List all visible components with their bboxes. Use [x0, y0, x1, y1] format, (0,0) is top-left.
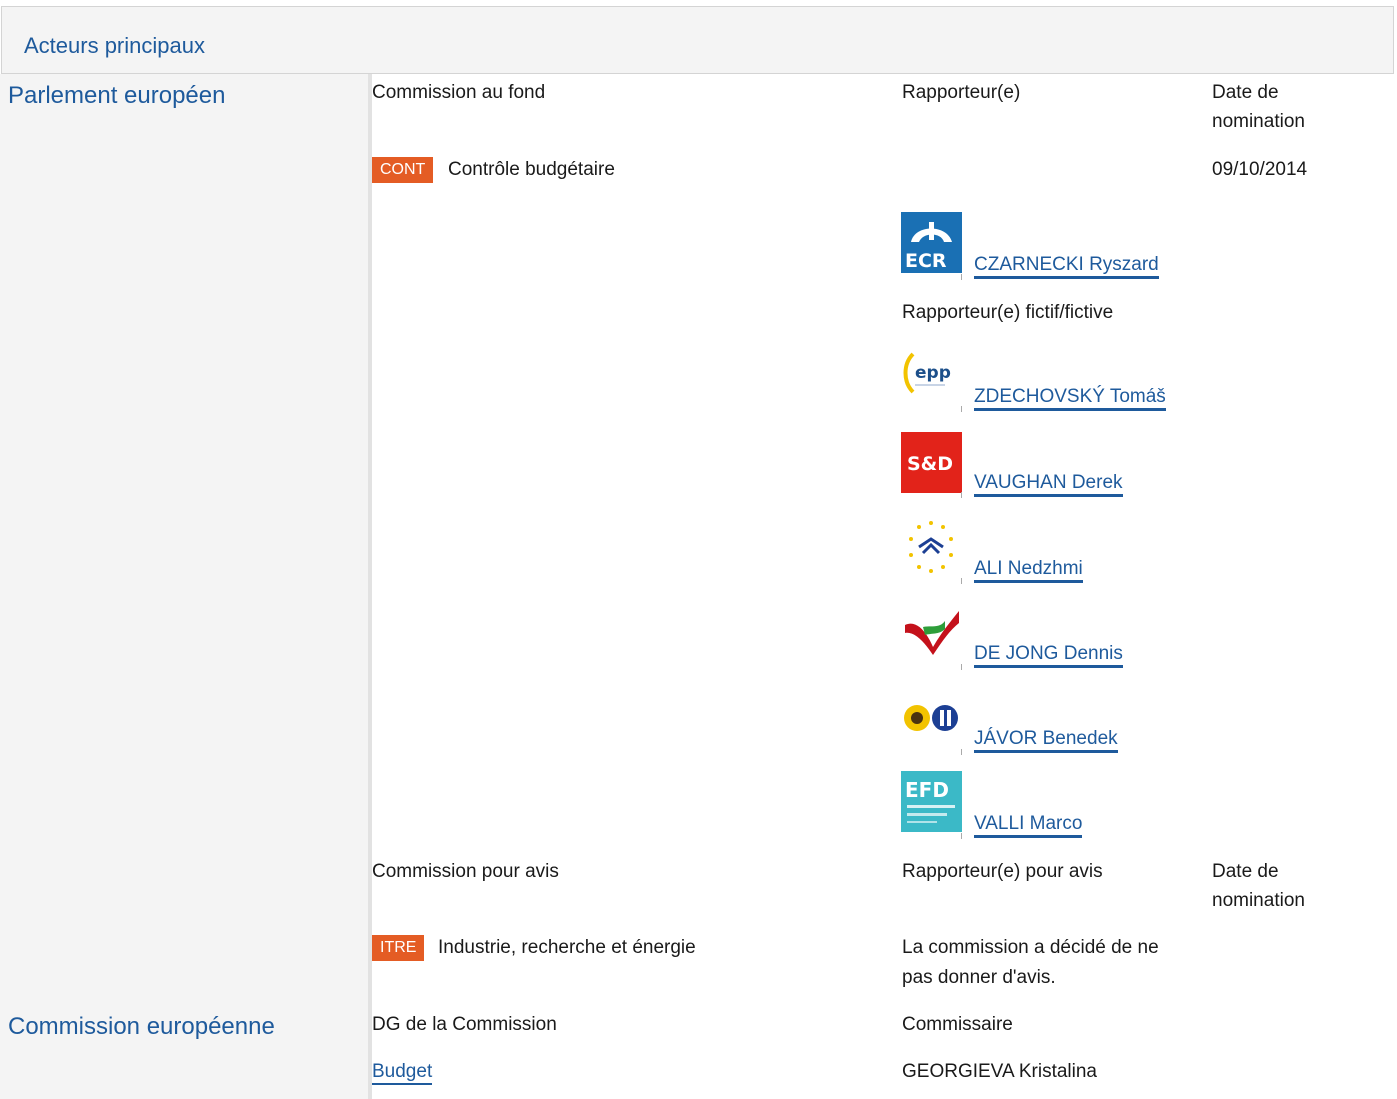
opinion-date-header-line2: nomination [1212, 890, 1305, 911]
logo-tick [961, 492, 962, 498]
commissioner-name: GEORGIEVA Kristalina [902, 1061, 1097, 1082]
dg-link[interactable]: Budget [372, 1061, 433, 1085]
greens-logo-icon [904, 705, 958, 731]
shadow-link-javor[interactable]: JÁVOR Benedek [974, 728, 1118, 753]
logo-tick [961, 578, 962, 584]
committee-badge-itre[interactable]: ITRE [372, 935, 425, 961]
opinion-note-line1: La commission a décidé de ne [902, 937, 1159, 958]
logo-tick [961, 406, 962, 412]
shadow-rapporteur[interactable]: VALLI Marco [974, 809, 1083, 838]
shadow-rapporteur[interactable]: ALI Nedzhmi [974, 554, 1083, 583]
svg-text:ECR: ECR [905, 250, 947, 272]
epp-logo-icon: epp [903, 352, 951, 394]
alde-logo [901, 517, 962, 578]
svg-text:EFD: EFD [905, 778, 949, 802]
shadow-link-dejong[interactable]: DE JONG Dennis [974, 643, 1123, 668]
lead-committee-header: Commission au fond [372, 82, 546, 103]
shadow-rapporteur[interactable]: DE JONG Dennis [974, 639, 1123, 668]
ecr-logo: ECR [901, 212, 962, 273]
opinion-committee-header: Commission pour avis [372, 861, 559, 882]
shadow-link-zdechovsky[interactable]: ZDECHOVSKÝ Tomáš [974, 386, 1166, 411]
rapporteur-link[interactable]: CZARNECKI Ryszard [974, 254, 1159, 279]
logo-tick [961, 833, 962, 839]
ecr-logo-icon: ECR [905, 222, 952, 272]
efd-logo-icon: EFD [905, 778, 955, 823]
shadow-rapporteur[interactable]: ZDECHOVSKÝ Tomáš [974, 382, 1166, 411]
efd-logo: EFD [901, 771, 962, 832]
shadow-rapporteur[interactable]: JÁVOR Benedek [974, 724, 1118, 753]
opinion-rapporteur-header: Rapporteur(e) pour avis [902, 861, 1103, 882]
section-title: Acteurs principaux [24, 33, 205, 58]
lead-committee-name: Contrôle budgétaire [448, 159, 615, 180]
rapporteur-header: Rapporteur(e) [902, 82, 1021, 103]
gue-logo-icon [905, 611, 959, 655]
logo-tick [961, 749, 962, 755]
logo-tick [961, 664, 962, 670]
shadow-rapporteur-header: Rapporteur(e) fictif/fictive [902, 302, 1114, 323]
commissioner-header: Commissaire [902, 1014, 1013, 1035]
date-header-line2: nomination [1212, 111, 1305, 132]
sd-logo: S&D [901, 432, 962, 493]
gue-logo [901, 603, 962, 664]
logo-tick [961, 274, 962, 280]
greens-logo [901, 688, 962, 749]
lead-nomination-date: 09/10/2014 [1212, 159, 1308, 180]
key-players-panel: Acteurs principaux Parlement européen Co… [0, 0, 1397, 1099]
shadow-link-valli[interactable]: VALLI Marco [974, 813, 1083, 838]
shadow-rapporteur[interactable]: VAUGHAN Derek [974, 468, 1123, 497]
epp-logo: epp [901, 346, 962, 407]
section-header: Acteurs principaux [1, 6, 1394, 74]
opinion-note-line2: pas donner d'avis. [902, 967, 1056, 988]
shadow-link-vaughan[interactable]: VAUGHAN Derek [974, 472, 1123, 497]
rapporteur-name[interactable]: CZARNECKI Ryszard [974, 250, 1159, 279]
opinion-date-header-line1: Date de [1212, 861, 1279, 882]
date-header-line1: Date de [1212, 82, 1279, 103]
dg-value[interactable]: Budget [372, 1057, 433, 1086]
opinion-committee-name: Industrie, recherche et énergie [438, 937, 696, 958]
actor-commission: Commission européenne [8, 1013, 275, 1040]
actor-column [0, 74, 370, 1099]
svg-text:epp: epp [915, 363, 951, 383]
committee-badge-cont[interactable]: CONT [372, 157, 434, 183]
sd-logo-icon: S&D [907, 453, 953, 475]
actor-parliament: Parlement européen [8, 82, 226, 109]
svg-text:S&D: S&D [907, 453, 953, 475]
dg-header: DG de la Commission [372, 1014, 557, 1035]
alde-logo-icon [909, 521, 953, 573]
shadow-link-ali[interactable]: ALI Nedzhmi [974, 558, 1083, 583]
